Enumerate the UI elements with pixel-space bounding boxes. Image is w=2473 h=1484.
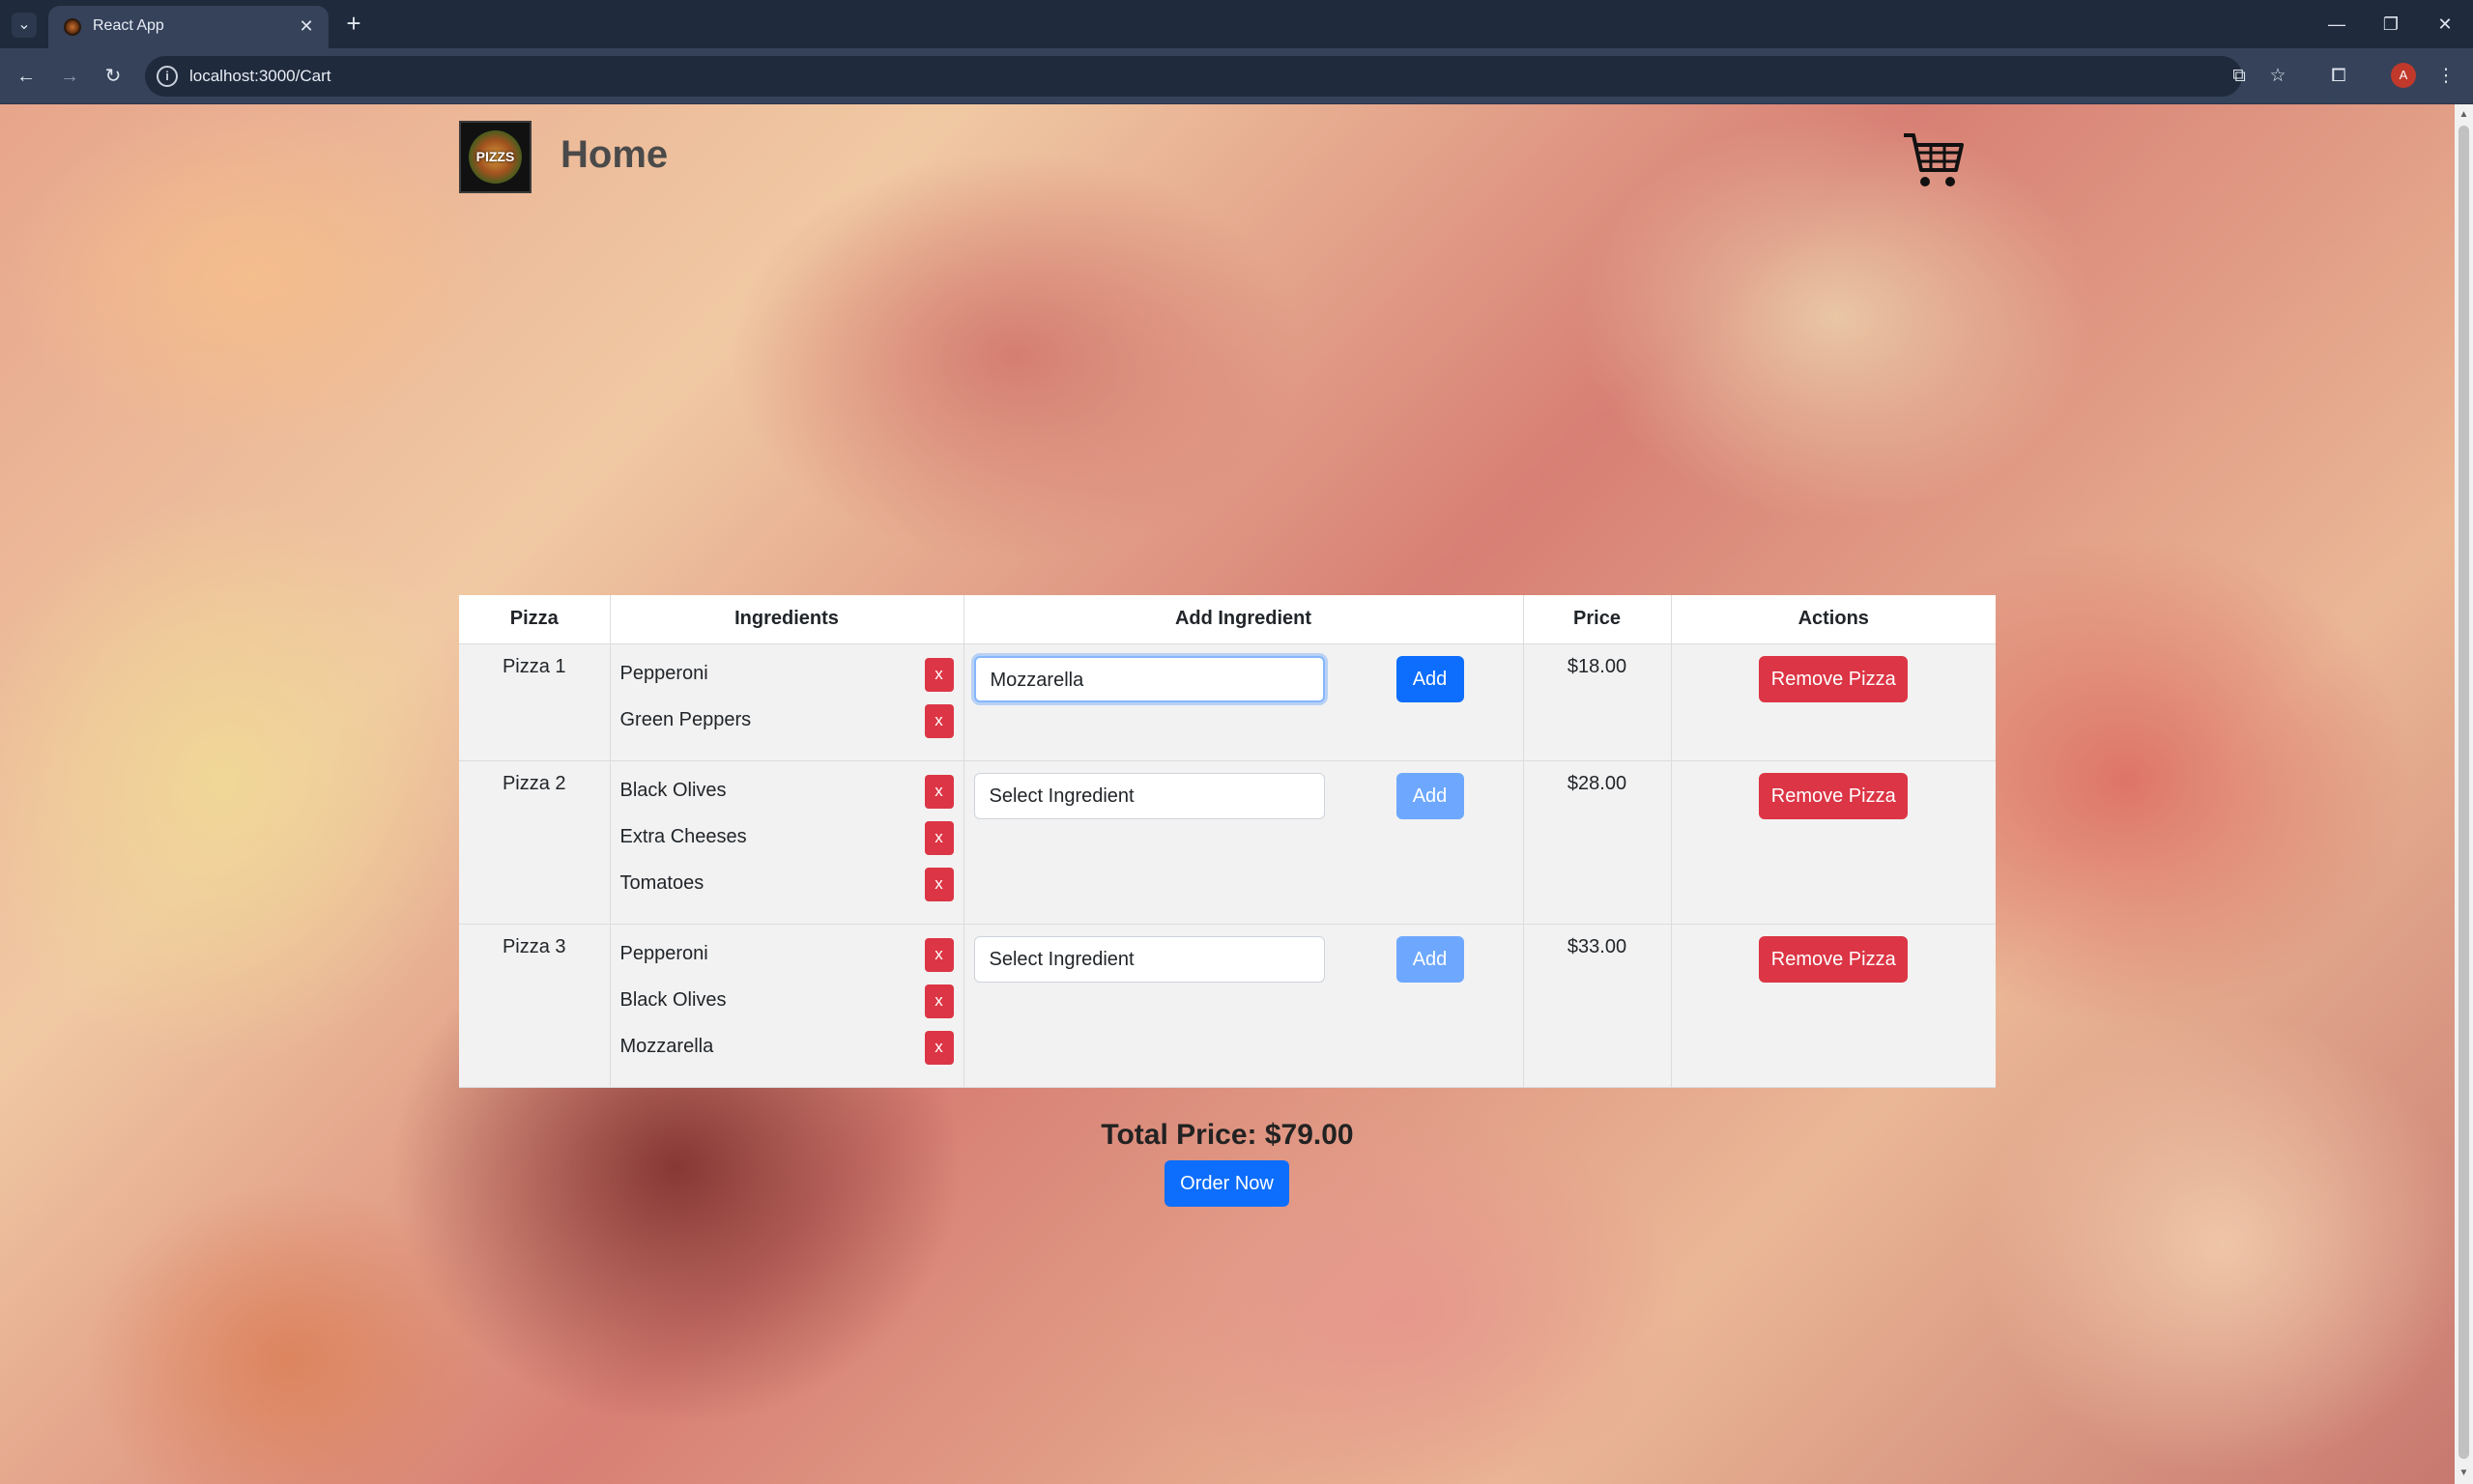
header-price: Price (1523, 595, 1672, 644)
total-price: Total Price: $79.00 (1101, 1119, 1354, 1151)
ingredient-name: Tomatoes (619, 871, 705, 894)
ingredient-select[interactable]: Mozzarella (973, 655, 1325, 702)
site-info-icon[interactable]: i (157, 66, 178, 87)
ingredient-item: Pepperoni x (620, 656, 954, 702)
ingredient-item: Black Olives x (620, 983, 954, 1029)
remove-pizza-button[interactable]: Remove Pizza (1759, 655, 1909, 702)
browser-tab-bar: ⌄ React App ✕ + — ❐ ✕ (0, 0, 2473, 48)
reload-icon[interactable]: ↻ (99, 62, 128, 91)
profile-avatar[interactable]: A (2391, 63, 2416, 88)
scroll-up-icon[interactable]: ▲ (2455, 106, 2473, 124)
pizza-name: Pizza 1 (459, 643, 611, 761)
home-link[interactable]: Home (561, 133, 668, 177)
browser-tab[interactable]: React App ✕ (48, 6, 329, 48)
ingredient-select[interactable]: Select Ingredient (973, 772, 1325, 819)
cart-icon[interactable] (1902, 128, 1966, 191)
remove-ingredient-button[interactable]: x (924, 774, 954, 809)
new-tab-icon[interactable]: + (340, 11, 367, 38)
pizza-name: Pizza 2 (459, 760, 611, 925)
forward-icon[interactable]: → (55, 62, 84, 91)
ingredient-select[interactable]: Select Ingredient (973, 935, 1325, 983)
cart-table: Pizza Ingredients Add Ingredient Price A… (459, 595, 1996, 1088)
browser-menu-icon[interactable]: ⋮ (2431, 62, 2460, 91)
ingredient-name: Mozzarella (619, 1035, 714, 1057)
ingredients-cell: Pepperoni x Green Peppers x (610, 643, 964, 761)
ingredient-item: Pepperoni x (620, 936, 954, 983)
back-icon[interactable]: ← (12, 62, 41, 91)
tab-search-icon[interactable]: ⌄ (12, 13, 37, 38)
remove-ingredient-button[interactable]: x (924, 820, 954, 855)
header-ingredients: Ingredients (610, 595, 964, 644)
table-row: Pizza 3 Pepperoni x Black Olives x Mozza… (459, 924, 1996, 1088)
ingredient-item: Green Peppers x (620, 702, 954, 749)
remove-ingredient-button[interactable]: x (924, 703, 954, 738)
address-bar[interactable]: i localhost:3000/Cart (145, 56, 2242, 97)
add-ingredient-button[interactable]: Add (1395, 655, 1464, 702)
install-app-icon[interactable]: ⧉ (2225, 62, 2254, 91)
window-close-icon[interactable]: ✕ (2426, 10, 2464, 39)
tab-favicon-icon (64, 18, 81, 36)
ingredients-cell: Black Olives x Extra Cheeses x Tomatoes … (610, 760, 964, 925)
header-add-ingredient: Add Ingredient (963, 595, 1524, 644)
remove-ingredient-button[interactable]: x (924, 867, 954, 901)
actions-cell: Remove Pizza (1671, 643, 1996, 761)
ingredient-name: Extra Cheeses (619, 825, 747, 847)
ingredients-cell: Pepperoni x Black Olives x Mozzarella x (610, 924, 964, 1088)
add-ingredient-button[interactable]: Add (1395, 772, 1464, 819)
add-ingredient-cell: Select Ingredient Add (963, 924, 1524, 1088)
page-scrollbar[interactable]: ▲ ▼ (2455, 104, 2473, 1484)
pizza-logo[interactable]: PIZZS (459, 121, 532, 193)
minimize-icon[interactable]: — (2317, 10, 2356, 39)
table-header-row: Pizza Ingredients Add Ingredient Price A… (459, 595, 1996, 644)
remove-ingredient-button[interactable]: x (924, 937, 954, 972)
scroll-thumb[interactable] (2459, 126, 2469, 1459)
add-ingredient-button[interactable]: Add (1395, 935, 1464, 983)
tab-title: React App (93, 17, 164, 34)
ingredient-item: Black Olives x (620, 773, 954, 819)
table-row: Pizza 1 Pepperoni x Green Peppers x Mozz… (459, 643, 1996, 761)
remove-ingredient-button[interactable]: x (924, 1030, 954, 1065)
remove-ingredient-button[interactable]: x (924, 984, 954, 1018)
page-viewport: PIZZS Home Pizza Ingredients Add Ingredi… (0, 104, 2455, 1484)
order-now-button[interactable]: Order Now (1165, 1160, 1289, 1207)
ingredient-item: Extra Cheeses x (620, 819, 954, 866)
ingredient-name: Black Olives (619, 988, 727, 1011)
table-row: Pizza 2 Black Olives x Extra Cheeses x T… (459, 760, 1996, 925)
ingredient-name: Pepperoni (619, 662, 708, 684)
header-pizza: Pizza (459, 595, 611, 644)
bookmark-star-icon[interactable]: ☆ (2263, 62, 2292, 91)
actions-cell: Remove Pizza (1671, 924, 1996, 1088)
pizza-price: $33.00 (1523, 924, 1672, 1088)
remove-pizza-button[interactable]: Remove Pizza (1759, 772, 1909, 819)
browser-toolbar: ← → ↻ i localhost:3000/Cart ⧉ ☆ ⧠ ⋮ (0, 48, 2473, 104)
address-url[interactable]: localhost:3000/Cart (189, 67, 331, 86)
header-actions: Actions (1671, 595, 1996, 644)
pizza-price: $28.00 (1523, 760, 1672, 925)
actions-cell: Remove Pizza (1671, 760, 1996, 925)
add-ingredient-cell: Select Ingredient Add (963, 760, 1524, 925)
ingredient-name: Green Peppers (619, 708, 752, 730)
ingredient-name: Pepperoni (619, 942, 708, 964)
pizza-name: Pizza 3 (459, 924, 611, 1088)
pizza-price: $18.00 (1523, 643, 1672, 761)
restore-icon[interactable]: ❐ (2372, 10, 2410, 39)
add-ingredient-cell: Mozzarella Add (963, 643, 1524, 761)
ingredient-item: Mozzarella x (620, 1029, 954, 1075)
remove-pizza-button[interactable]: Remove Pizza (1759, 935, 1909, 983)
ingredient-name: Black Olives (619, 779, 727, 801)
remove-ingredient-button[interactable]: x (924, 657, 954, 692)
tab-close-icon[interactable]: ✕ (296, 15, 317, 37)
logo-text: PIZZS (469, 130, 522, 184)
extensions-icon[interactable]: ⧠ (2324, 62, 2353, 91)
scroll-down-icon[interactable]: ▼ (2455, 1465, 2473, 1482)
ingredient-item: Tomatoes x (620, 866, 954, 912)
